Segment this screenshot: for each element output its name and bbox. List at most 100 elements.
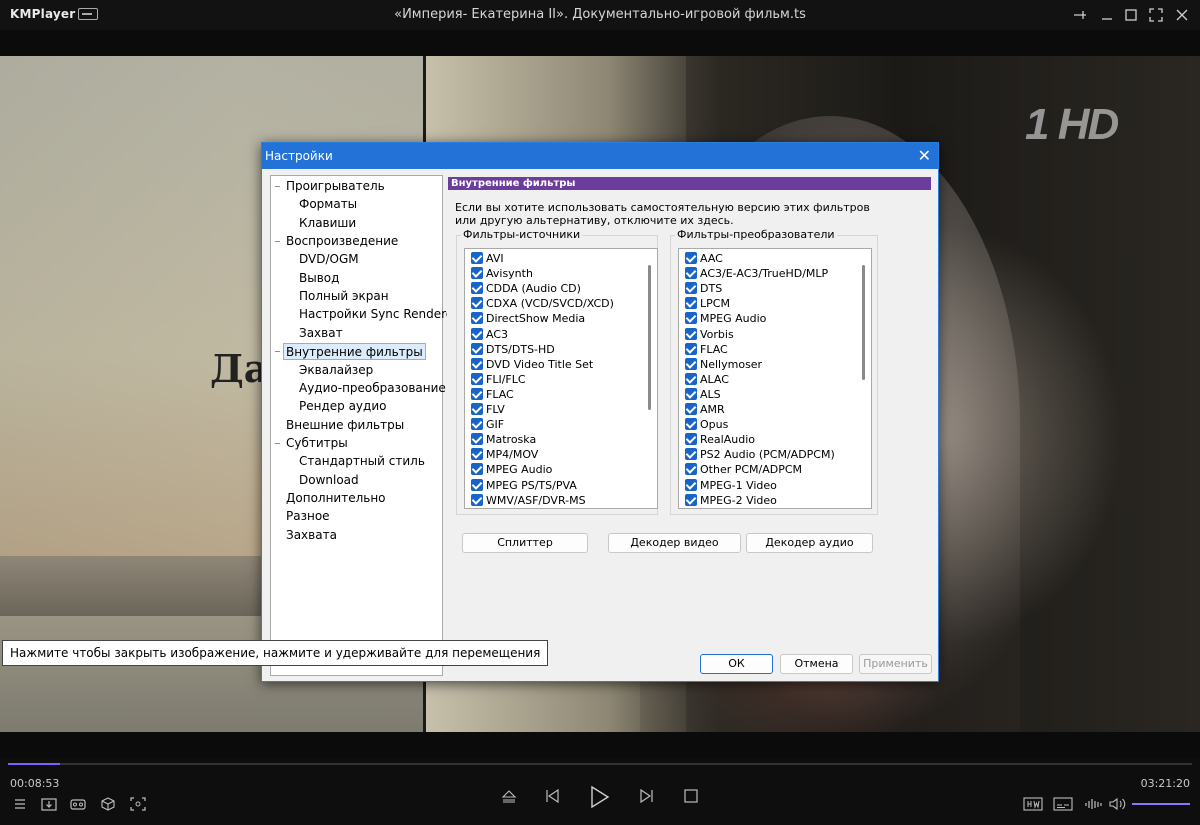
- checkbox-checked-icon[interactable]: [685, 327, 697, 340]
- filter-list-item[interactable]: WMV/ASF/DVR-MS: [471, 493, 586, 508]
- audio-decoder-button[interactable]: Декодер аудио: [746, 533, 873, 553]
- filter-list-item[interactable]: DTS: [685, 281, 722, 296]
- filter-list-item[interactable]: FLI/FLC: [471, 372, 526, 387]
- checkbox-checked-icon[interactable]: [471, 418, 483, 431]
- volume-icon[interactable]: [1107, 796, 1129, 816]
- tree-item[interactable]: Стандартный стиль: [299, 453, 425, 470]
- filter-list-item[interactable]: Matroska: [471, 432, 536, 447]
- next-icon[interactable]: [636, 787, 658, 807]
- filter-list-item[interactable]: MPEG PS/TS/PVA: [471, 478, 577, 493]
- tree-item[interactable]: Захвата: [286, 527, 337, 544]
- tree-item[interactable]: Проигрыватель: [286, 178, 385, 195]
- checkbox-checked-icon[interactable]: [471, 327, 483, 340]
- checkbox-checked-icon[interactable]: [685, 312, 697, 325]
- checkbox-checked-icon[interactable]: [685, 387, 697, 400]
- tree-item[interactable]: Субтитры: [286, 435, 348, 452]
- tree-collapse-icon[interactable]: −: [274, 233, 281, 250]
- ok-button[interactable]: ОК: [700, 654, 773, 674]
- play-icon[interactable]: [586, 784, 612, 810]
- tree-item[interactable]: Воспроизведение: [286, 233, 398, 250]
- tree-item[interactable]: Внешние фильтры: [286, 417, 404, 434]
- checkbox-checked-icon[interactable]: [685, 297, 697, 310]
- filter-list-item[interactable]: AC3: [471, 327, 508, 342]
- filter-list-item[interactable]: RealAudio: [685, 432, 755, 447]
- tree-item[interactable]: Эквалайзер: [299, 362, 373, 379]
- checkbox-checked-icon[interactable]: [471, 433, 483, 446]
- equalizer-icon[interactable]: [1082, 796, 1104, 816]
- filter-list-item[interactable]: ALS: [685, 387, 721, 402]
- filter-list-item[interactable]: MPEG-1 Video: [685, 478, 777, 493]
- pin-icon[interactable]: [1071, 6, 1089, 24]
- tree-collapse-icon[interactable]: −: [274, 343, 281, 360]
- filter-list-item[interactable]: MP4/MOV: [471, 447, 538, 462]
- 3d-icon[interactable]: [97, 796, 119, 816]
- tree-item[interactable]: Полный экран: [299, 288, 389, 305]
- transform-filters-list[interactable]: AAC AC3/E-AC3/TrueHD/MLP DTS LPCM MPEG Audio…: [678, 248, 872, 509]
- filter-list-item[interactable]: AC3/E-AC3/TrueHD/MLP: [685, 266, 828, 281]
- tree-item[interactable]: Форматы: [299, 196, 357, 213]
- checkbox-checked-icon[interactable]: [685, 433, 697, 446]
- checkbox-checked-icon[interactable]: [471, 342, 483, 355]
- tree-item[interactable]: Настройки Sync Renderer: [299, 306, 458, 323]
- checkbox-checked-icon[interactable]: [685, 463, 697, 476]
- checkbox-checked-icon[interactable]: [471, 463, 483, 476]
- checkbox-checked-icon[interactable]: [471, 372, 483, 385]
- filter-list-item[interactable]: FLV: [471, 402, 505, 417]
- tree-item[interactable]: Захват: [299, 325, 343, 342]
- filter-list-item[interactable]: ALAC: [685, 372, 729, 387]
- fullscreen-icon[interactable]: [1147, 6, 1165, 24]
- checkbox-checked-icon[interactable]: [471, 312, 483, 325]
- filter-list-item[interactable]: GIF: [471, 417, 504, 432]
- vr-icon[interactable]: [67, 796, 89, 816]
- playlist-icon[interactable]: [10, 796, 30, 816]
- checkbox-checked-icon[interactable]: [685, 448, 697, 461]
- checkbox-checked-icon[interactable]: [471, 448, 483, 461]
- checkbox-checked-icon[interactable]: [471, 493, 483, 506]
- dialog-title-bar[interactable]: Настройки ✕: [262, 143, 938, 169]
- video-decoder-button[interactable]: Декодер видео: [608, 533, 741, 553]
- filter-list-item[interactable]: MPEG Audio: [685, 311, 766, 326]
- capture-icon[interactable]: [127, 796, 149, 816]
- checkbox-checked-icon[interactable]: [685, 478, 697, 491]
- previous-icon[interactable]: [541, 787, 563, 807]
- splitter-button[interactable]: Сплиттер: [462, 533, 588, 553]
- seek-bar[interactable]: [8, 763, 1192, 765]
- download-icon[interactable]: [38, 796, 60, 816]
- tree-item[interactable]: Внутренние фильтры: [283, 343, 426, 361]
- filter-list-item[interactable]: MPEG-2 Video: [685, 493, 777, 508]
- dialog-close-icon[interactable]: ✕: [918, 143, 931, 169]
- close-icon[interactable]: [1173, 6, 1191, 24]
- filter-list-item[interactable]: Avisynth: [471, 266, 533, 281]
- tree-item[interactable]: Дополнительно: [286, 490, 386, 507]
- eject-icon[interactable]: [498, 787, 520, 807]
- tree-item[interactable]: Аудио-преобразование: [299, 380, 446, 397]
- hw-decoder-icon[interactable]: [1022, 796, 1044, 816]
- filter-list-item[interactable]: Vorbis: [685, 327, 734, 342]
- checkbox-checked-icon[interactable]: [685, 357, 697, 370]
- checkbox-checked-icon[interactable]: [685, 252, 697, 264]
- checkbox-checked-icon[interactable]: [471, 297, 483, 310]
- filter-list-item[interactable]: FLAC: [471, 387, 514, 402]
- apply-button[interactable]: Применить: [859, 654, 932, 674]
- filter-list-item[interactable]: Opus: [685, 417, 728, 432]
- tree-collapse-icon[interactable]: −: [274, 178, 281, 195]
- cancel-button[interactable]: Отмена: [780, 654, 853, 674]
- checkbox-checked-icon[interactable]: [685, 493, 697, 506]
- checkbox-checked-icon[interactable]: [471, 252, 483, 264]
- filter-list-item[interactable]: AAC: [685, 251, 723, 266]
- filter-list-item[interactable]: CDDA (Audio CD): [471, 281, 581, 296]
- stop-icon[interactable]: [680, 787, 702, 807]
- tree-item[interactable]: Разное: [286, 508, 330, 525]
- checkbox-checked-icon[interactable]: [685, 342, 697, 355]
- checkbox-checked-icon[interactable]: [471, 282, 483, 295]
- filter-list-item[interactable]: Other PCM/ADPCM: [685, 462, 802, 477]
- checkbox-checked-icon[interactable]: [685, 418, 697, 431]
- filter-list-item[interactable]: MPEG Audio: [471, 462, 552, 477]
- subtitles-icon[interactable]: [1052, 796, 1074, 816]
- checkbox-checked-icon[interactable]: [471, 478, 483, 491]
- filter-list-item[interactable]: DirectShow Media: [471, 311, 585, 326]
- checkbox-checked-icon[interactable]: [471, 387, 483, 400]
- filter-list-item[interactable]: AVI: [471, 251, 504, 266]
- filter-list-item[interactable]: AMR: [685, 402, 725, 417]
- minimize-icon[interactable]: [1098, 6, 1116, 24]
